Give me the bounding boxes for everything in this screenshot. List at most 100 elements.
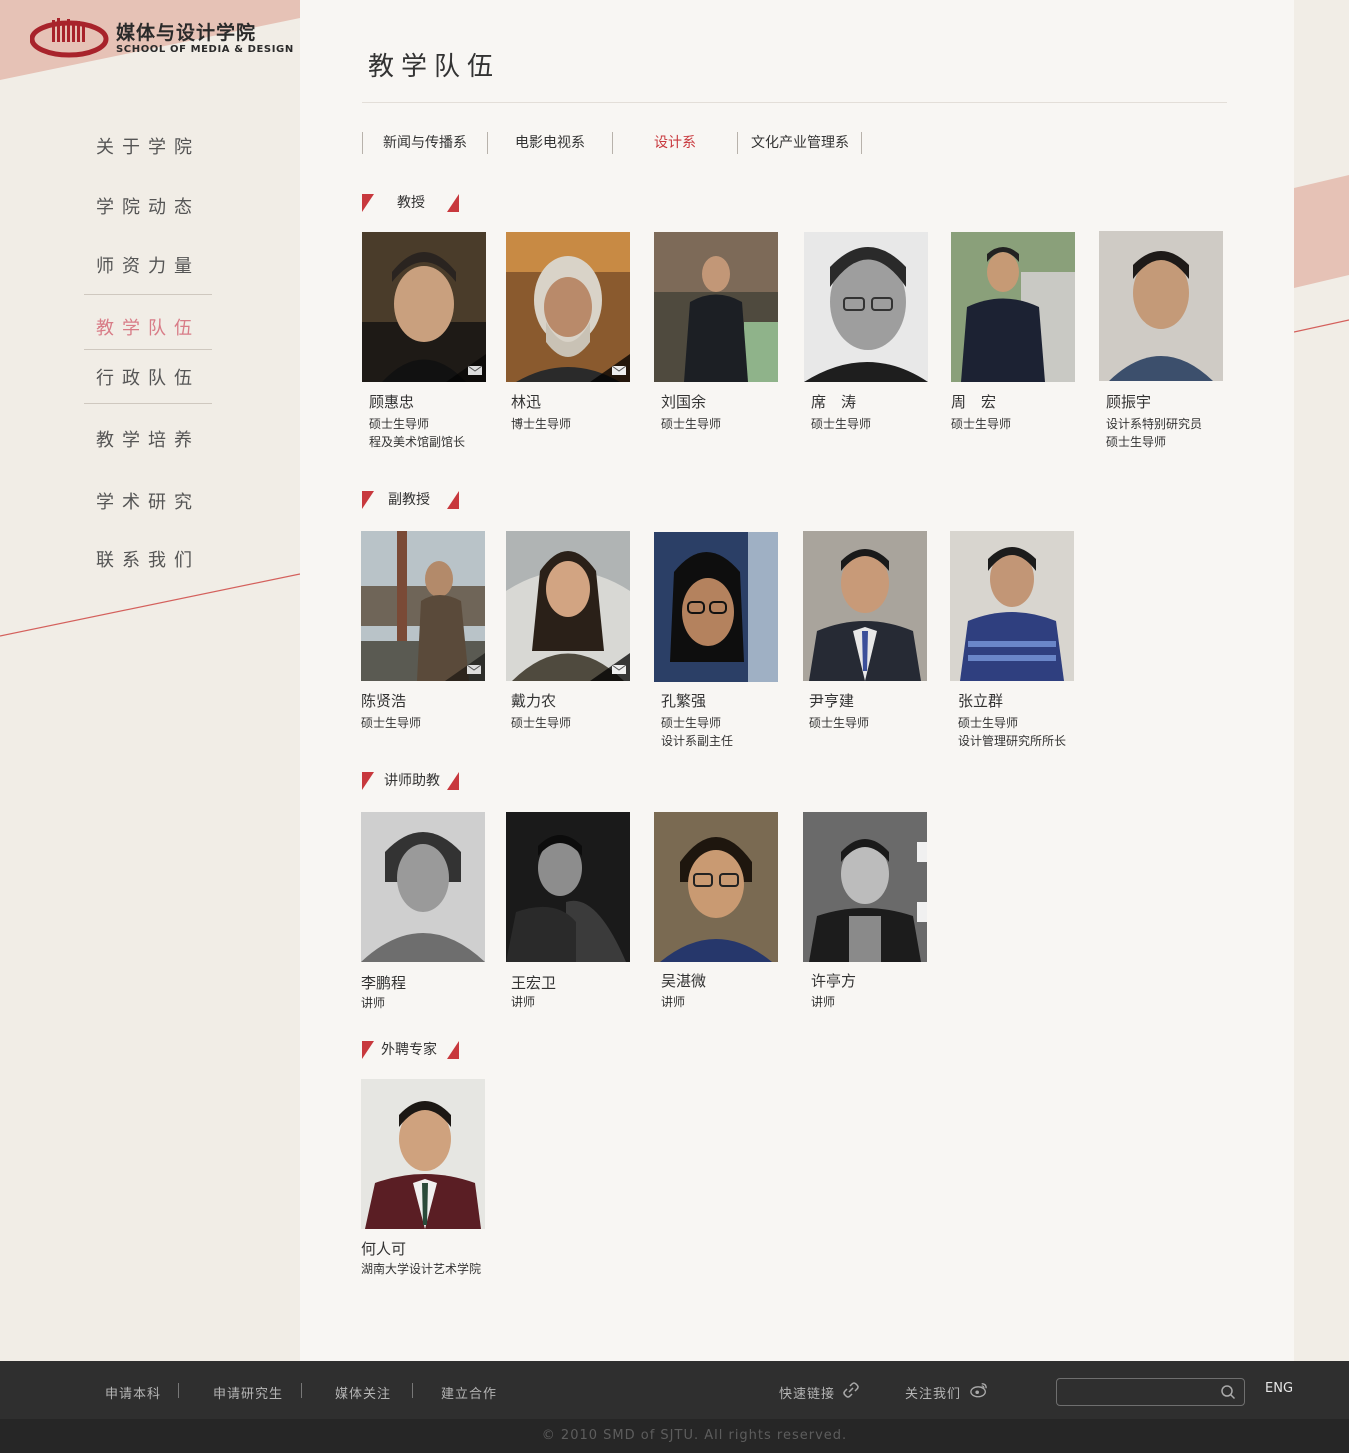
person-name: 席 涛 bbox=[811, 393, 857, 411]
person-title: 博士生导师 bbox=[511, 417, 572, 431]
logo-emblem-icon bbox=[30, 18, 109, 58]
sidebar-divider bbox=[84, 294, 212, 295]
sidebar-item-research[interactable]: 学术研究 bbox=[84, 488, 212, 514]
section-flag-right-icon bbox=[447, 194, 459, 212]
sidebar-divider bbox=[84, 403, 212, 404]
footer-divider bbox=[412, 1383, 413, 1398]
footer-link-cooperation[interactable]: 建立合作 bbox=[441, 1383, 497, 1402]
person-photo[interactable] bbox=[1099, 231, 1223, 381]
search-icon[interactable] bbox=[1220, 1384, 1236, 1400]
tab-cultural-industry[interactable]: 文化产业管理系 bbox=[737, 132, 862, 154]
sidebar-divider bbox=[84, 349, 212, 350]
section-title: 副教授 bbox=[388, 492, 430, 508]
mail-icon[interactable] bbox=[445, 653, 485, 681]
section-header-associate-professors: 副教授 bbox=[362, 490, 462, 510]
person-name: 李鹏程 bbox=[361, 974, 407, 992]
person-title: 湖南大学设计艺术学院 bbox=[361, 1262, 482, 1276]
sidebar-item-news[interactable]: 学院动态 bbox=[84, 193, 212, 219]
person-title: 讲师 bbox=[361, 996, 386, 1010]
person-photo[interactable] bbox=[803, 812, 927, 962]
logo-name-en: SCHOOL OF MEDIA & DESIGN bbox=[116, 44, 294, 55]
person-photo[interactable] bbox=[804, 232, 928, 382]
sidebar-item-faculty[interactable]: 师资力量 bbox=[84, 252, 212, 278]
sidebar: 媒体与设计学院 SCHOOL OF MEDIA & DESIGN 关于学院 学院… bbox=[0, 0, 300, 1361]
tab-design[interactable]: 设计系 bbox=[612, 132, 737, 154]
portrait-image bbox=[506, 812, 630, 962]
person-photo[interactable] bbox=[654, 232, 778, 382]
person-title: 硕士生导师 bbox=[811, 417, 872, 431]
mail-icon[interactable] bbox=[590, 354, 630, 382]
portrait-image bbox=[950, 531, 1074, 681]
main-content: 教学队伍 新闻与传播系 电影电视系 设计系 文化产业管理系 教授 顾惠忠 硕士生… bbox=[300, 0, 1294, 1361]
weibo-icon[interactable] bbox=[970, 1381, 988, 1399]
person-name: 何人可 bbox=[361, 1240, 407, 1258]
portrait-image bbox=[654, 812, 778, 962]
person-name: 许亭方 bbox=[811, 972, 857, 990]
sidebar-item-contact[interactable]: 联系我们 bbox=[84, 546, 212, 572]
quick-links-button[interactable]: 快速链接 bbox=[779, 1383, 835, 1402]
person-title: 硕士生导师 bbox=[951, 417, 1012, 431]
person-photo[interactable] bbox=[506, 812, 630, 962]
person-name: 顾振宇 bbox=[1106, 393, 1152, 411]
sidebar-item-about[interactable]: 关于学院 bbox=[84, 133, 212, 159]
mail-icon[interactable] bbox=[446, 354, 486, 382]
section-flag-right-icon bbox=[447, 772, 459, 790]
person-title: 硕士生导师 bbox=[361, 716, 422, 730]
person-photo[interactable] bbox=[361, 531, 485, 681]
section-header-visiting-experts: 外聘专家 bbox=[362, 1040, 462, 1060]
person-title: 设计系副主任 bbox=[661, 734, 734, 748]
person-photo[interactable] bbox=[506, 531, 630, 681]
person-photo[interactable] bbox=[361, 1079, 485, 1229]
search-field[interactable] bbox=[1056, 1378, 1245, 1406]
person-photo[interactable] bbox=[361, 812, 485, 962]
sidebar-item-education[interactable]: 教学培养 bbox=[84, 426, 212, 452]
person-photo[interactable] bbox=[803, 531, 927, 681]
person-name: 顾惠忠 bbox=[369, 393, 415, 411]
portrait-image bbox=[1099, 231, 1223, 381]
person-photo[interactable] bbox=[506, 232, 630, 382]
portrait-image bbox=[361, 1079, 485, 1229]
portrait-image bbox=[654, 232, 778, 382]
person-title: 讲师 bbox=[661, 995, 686, 1009]
tab-film-tv[interactable]: 电影电视系 bbox=[487, 132, 612, 154]
person-title: 硕士生导师 bbox=[958, 716, 1019, 730]
follow-us-button[interactable]: 关注我们 bbox=[905, 1383, 961, 1402]
section-flag-left-icon bbox=[362, 491, 374, 509]
person-name: 孔繁强 bbox=[661, 692, 707, 710]
person-photo[interactable] bbox=[362, 232, 486, 382]
person-photo[interactable] bbox=[654, 532, 778, 682]
logo-name-cn: 媒体与设计学院 bbox=[116, 22, 257, 44]
section-header-professors: 教授 bbox=[362, 193, 462, 213]
portrait-image bbox=[654, 532, 778, 682]
school-logo[interactable]: 媒体与设计学院 SCHOOL OF MEDIA & DESIGN bbox=[30, 16, 293, 66]
person-photo[interactable] bbox=[951, 232, 1075, 382]
footer-link-media[interactable]: 媒体关注 bbox=[335, 1383, 391, 1402]
sidebar-diagonal-line bbox=[0, 573, 300, 637]
portrait-image bbox=[951, 232, 1075, 382]
person-photo[interactable] bbox=[950, 531, 1074, 681]
link-icon[interactable] bbox=[842, 1381, 860, 1399]
footer: 申请本科 申请研究生 媒体关注 建立合作 快速链接 关注我们 ENG © 201… bbox=[0, 1361, 1349, 1453]
portrait-image bbox=[803, 812, 927, 962]
mail-icon[interactable] bbox=[590, 653, 630, 681]
person-title: 讲师 bbox=[511, 995, 536, 1009]
person-name: 张立群 bbox=[958, 692, 1004, 710]
sidebar-item-teaching-staff[interactable]: 教学队伍 bbox=[84, 314, 212, 340]
footer-link-graduate[interactable]: 申请研究生 bbox=[213, 1383, 283, 1402]
department-tabs: 新闻与传播系 电影电视系 设计系 文化产业管理系 bbox=[362, 132, 882, 154]
person-name: 周 宏 bbox=[951, 393, 997, 411]
footer-link-undergrad[interactable]: 申请本科 bbox=[105, 1383, 161, 1402]
search-input[interactable] bbox=[1065, 1382, 1215, 1402]
tab-journalism[interactable]: 新闻与传播系 bbox=[362, 132, 487, 154]
person-name: 吴湛微 bbox=[661, 972, 707, 990]
section-title: 教授 bbox=[397, 195, 425, 211]
title-divider bbox=[362, 102, 1227, 103]
person-title: 讲师 bbox=[811, 995, 836, 1009]
section-flag-right-icon bbox=[447, 491, 459, 509]
section-flag-right-icon bbox=[447, 1041, 459, 1059]
person-title: 硕士生导师 bbox=[369, 417, 430, 431]
person-photo[interactable] bbox=[654, 812, 778, 962]
sidebar-item-admin-staff[interactable]: 行政队伍 bbox=[84, 364, 212, 390]
person-name: 戴力农 bbox=[511, 692, 557, 710]
language-switch[interactable]: ENG bbox=[1265, 1381, 1293, 1396]
